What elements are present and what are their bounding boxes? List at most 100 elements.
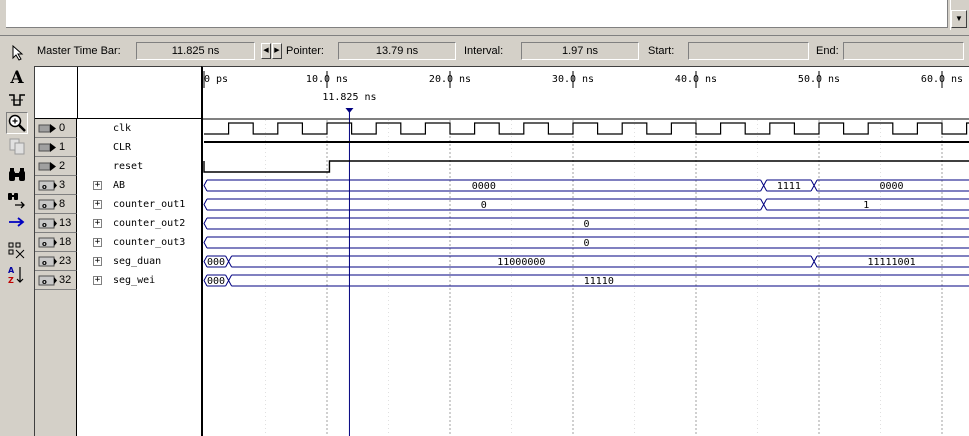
bus-value-label: 1 [863, 200, 869, 211]
end-field[interactable] [843, 42, 964, 60]
signal-name: CLR [113, 142, 132, 153]
signal-index-cell: o 13 [35, 214, 77, 233]
clk-waveform [204, 122, 969, 135]
signal-row[interactable]: 0 clk [35, 119, 202, 138]
bus-transition [203, 236, 208, 249]
expand-icon[interactable]: + [93, 219, 102, 228]
find-next-icon[interactable] [6, 190, 28, 212]
scroll-down-icon[interactable]: ▼ [951, 10, 967, 28]
signal-row[interactable]: 2 reset [35, 157, 202, 176]
signal-row[interactable]: o 8 + counter_out1 [35, 195, 202, 214]
output-pin-icon: o [38, 256, 57, 267]
signal-name: reset [113, 161, 144, 172]
signal-name: seg_duan [113, 256, 162, 267]
bus-transition [760, 179, 765, 192]
waveform-toolbar: A AZ [0, 66, 34, 436]
signal-index-cell: o8 [35, 195, 77, 214]
signal-index: 3 [59, 179, 66, 191]
signal-index-cell: 2 [35, 157, 77, 176]
master-time-bar-field[interactable]: 11.825 ns [136, 42, 255, 60]
copy-icon[interactable] [6, 136, 28, 158]
bus-value-label: 1111 [777, 181, 801, 192]
bus-transition [813, 179, 818, 192]
signal-row[interactable]: 1 CLR [35, 138, 202, 157]
svg-text:o: o [42, 240, 47, 248]
waveform-panel[interactable]: 0 ps 10.0 ns 20.0 ns 30.0 ns 40.0 ns 50.0 ns 6… [201, 66, 969, 436]
input-pin-icon [38, 143, 56, 152]
previous-transition-icon[interactable]: ◀ [261, 43, 271, 59]
signal-index-cell: o3 [35, 176, 77, 195]
bus-transition [760, 198, 765, 211]
output-pin-icon: o [38, 237, 57, 248]
svg-text:Z: Z [8, 276, 14, 285]
pointer-label: Pointer: [286, 45, 324, 57]
signal-index-cell: o 23 [35, 252, 77, 271]
signal-list-header [35, 67, 202, 119]
sort-icon[interactable]: AZ [6, 264, 28, 286]
svg-text:o: o [42, 259, 47, 267]
signal-row[interactable]: o 23 + seg_duan [35, 252, 202, 271]
upper-pane: ▼ [0, 0, 969, 30]
bus-value-label: 0000 [472, 181, 496, 192]
interval-label: Interval: [464, 45, 504, 57]
bus-transition [225, 255, 230, 268]
signal-index: 2 [59, 160, 66, 172]
pane-splitter[interactable] [0, 30, 969, 36]
signal-index: 23 [59, 255, 72, 267]
bus-value-label: 11110 [584, 276, 614, 287]
bus-transition [228, 255, 233, 268]
expand-icon[interactable]: + [93, 238, 102, 247]
next-transition-icon[interactable]: ▶ [272, 43, 282, 59]
signal-index: 18 [59, 236, 72, 248]
signal-index-cell: o 18 [35, 233, 77, 252]
find-icon[interactable] [6, 166, 28, 188]
goto-icon[interactable] [6, 215, 28, 237]
svg-text:o: o [42, 221, 47, 229]
bus-value-label: 11111001 [867, 257, 915, 268]
input-pin-icon [38, 162, 56, 171]
bus-transition [203, 217, 208, 230]
signal-index: 32 [59, 274, 72, 286]
end-label: End: [816, 45, 839, 57]
pointer-field: 13.79 ns [338, 42, 456, 60]
master-time-bar-label: Master Time Bar: [37, 45, 121, 57]
signal-row[interactable]: o 18 + counter_out3 [35, 233, 202, 252]
output-pin-icon: o [38, 275, 57, 286]
bus-transition [763, 198, 768, 211]
output-pin-icon: o [38, 218, 57, 229]
column-divider [77, 67, 78, 119]
bus-value-label: 11000000 [497, 257, 545, 268]
svg-text:o: o [42, 202, 47, 210]
zoom-icon[interactable] [6, 112, 28, 134]
start-field[interactable] [688, 42, 809, 60]
expand-icon[interactable]: + [93, 257, 102, 266]
expand-icon[interactable]: + [93, 200, 102, 209]
start-label: Start: [648, 45, 675, 57]
svg-text:A: A [8, 266, 15, 275]
text-tool-icon[interactable]: A [6, 68, 28, 90]
expand-icon[interactable]: + [93, 276, 102, 285]
signal-row[interactable]: o 13 + counter_out2 [35, 214, 202, 233]
selection-arrow-icon[interactable] [12, 45, 24, 61]
bus-value-label: 0 [583, 219, 589, 230]
group-icon[interactable] [6, 240, 28, 262]
time-bar: Master Time Bar: 11.825 ns ◀ ▶ Pointer: … [0, 37, 969, 65]
signal-index-cell: o 32 [35, 271, 77, 290]
signal-index: 1 [59, 141, 66, 153]
waveform-editing-icon[interactable] [6, 90, 28, 112]
signal-index: 8 [59, 198, 66, 210]
signal-name: seg_wei [113, 275, 156, 286]
signal-row[interactable]: o 32 + seg_wei [35, 271, 202, 290]
waveform-canvas[interactable]: 0 ps 10.0 ns 20.0 ns 30.0 ns 40.0 ns 50.0 ns 6… [203, 67, 969, 436]
bus-value-label: 000 [207, 276, 225, 287]
signal-name-panel: 0 clk 1 CLR 2 reset o 3 + AB o 8 + counter_out1 o 13 + co… [34, 66, 202, 436]
svg-text:o: o [42, 183, 47, 191]
expand-icon[interactable]: + [93, 181, 102, 190]
signal-row[interactable]: o 3 + AB [35, 176, 202, 195]
svg-text:o: o [42, 278, 47, 286]
signal-name: counter_out1 [113, 199, 186, 210]
bus-transition [225, 274, 230, 287]
bus-transition [203, 198, 208, 211]
output-pin-icon: o [38, 180, 57, 191]
signal-name: counter_out3 [113, 237, 186, 248]
